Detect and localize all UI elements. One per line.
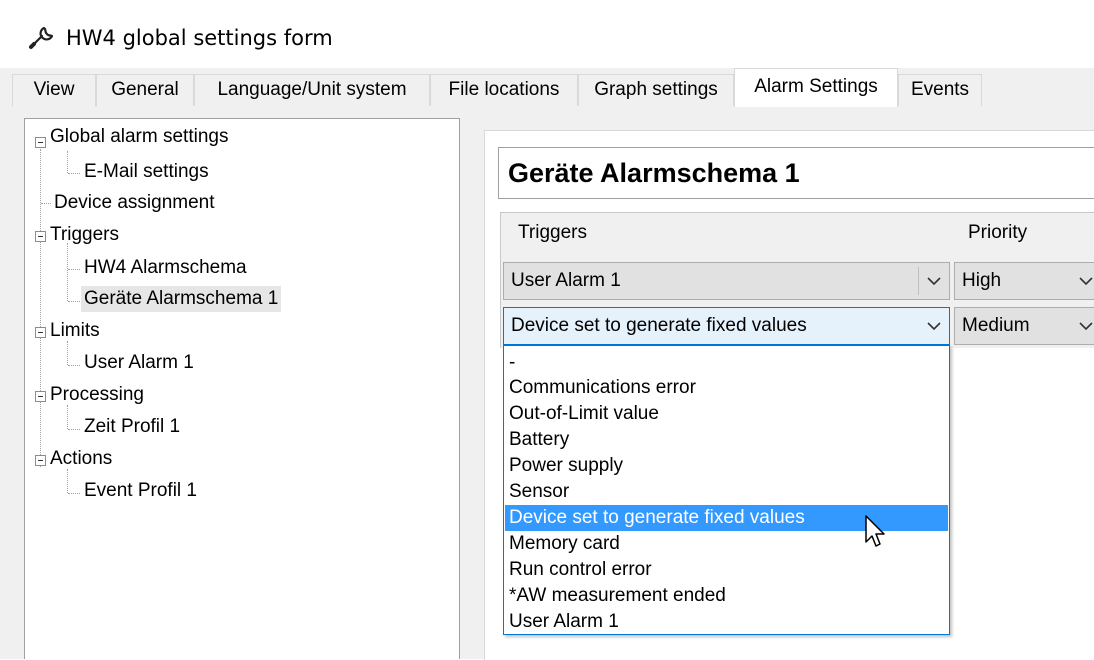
dropdown-option[interactable]: Run control error: [505, 557, 948, 583]
trigger-combo-row-2[interactable]: Device set to generate fixed values: [503, 307, 950, 345]
tree-node-email-settings[interactable]: E-Mail settings: [81, 159, 212, 185]
chevron-down-icon[interactable]: [923, 308, 945, 344]
window-title: HW4 global settings form: [66, 26, 333, 50]
schema-name: Geräte Alarmschema 1: [508, 158, 800, 188]
dropdown-option[interactable]: *AW measurement ended: [505, 583, 948, 609]
tree-node-triggers[interactable]: Triggers: [47, 222, 122, 248]
tree-node-device-assignment[interactable]: Device assignment: [51, 190, 218, 216]
collapse-icon[interactable]: [35, 327, 46, 338]
tab-file-locations[interactable]: File locations: [430, 74, 578, 106]
tab-strip: View General Language/Unit system File l…: [0, 68, 1094, 107]
tab-events[interactable]: Events: [898, 74, 982, 106]
collapse-icon[interactable]: [35, 391, 46, 402]
collapse-icon[interactable]: [35, 455, 46, 466]
tab-view[interactable]: View: [12, 74, 96, 106]
dropdown-option[interactable]: User Alarm 1: [505, 609, 948, 635]
priority-combo-row-1[interactable]: High: [954, 262, 1094, 300]
priority-value: Medium: [962, 315, 1030, 336]
tree-node-geraete-alarmschema-1[interactable]: Geräte Alarmschema 1: [81, 286, 282, 312]
column-header-priority[interactable]: Priority: [968, 213, 1088, 253]
title-bar: HW4 global settings form: [0, 0, 1094, 68]
trigger-combo-row-1[interactable]: User Alarm 1: [503, 262, 950, 300]
tree-node-hw4-alarmschema[interactable]: HW4 Alarmschema: [81, 255, 250, 281]
dropdown-option[interactable]: Communications error: [505, 375, 948, 401]
mouse-pointer-icon: [865, 515, 885, 547]
tab-alarm-settings[interactable]: Alarm Settings: [734, 68, 898, 107]
collapse-icon[interactable]: [35, 231, 46, 242]
tree-node-event-profil-1[interactable]: Event Profil 1: [81, 478, 200, 504]
tree-node-zeit-profil-1[interactable]: Zeit Profil 1: [81, 414, 183, 440]
dropdown-option[interactable]: -: [505, 350, 948, 376]
trigger-dropdown-list[interactable]: - Communications error Out-of-Limit valu…: [503, 345, 950, 635]
trigger-value: User Alarm 1: [511, 270, 621, 291]
tree-node-processing[interactable]: Processing: [47, 382, 147, 408]
tab-graph-settings[interactable]: Graph settings: [578, 74, 734, 106]
tree-node-actions[interactable]: Actions: [47, 446, 115, 472]
dropdown-option[interactable]: Out-of-Limit value: [505, 401, 948, 427]
tree-node-limits[interactable]: Limits: [47, 318, 103, 344]
column-header-triggers[interactable]: Triggers: [518, 213, 918, 253]
trigger-value: Device set to generate fixed values: [511, 315, 807, 336]
dropdown-option[interactable]: Battery: [505, 427, 948, 453]
tree-node-global-alarm-settings[interactable]: Global alarm settings: [47, 124, 231, 150]
dropdown-option[interactable]: Sensor: [505, 479, 948, 505]
tab-general[interactable]: General: [96, 74, 194, 106]
priority-combo-row-2[interactable]: Medium: [954, 307, 1094, 345]
collapse-icon[interactable]: [35, 137, 46, 148]
tree-node-user-alarm-1[interactable]: User Alarm 1: [81, 350, 197, 376]
chevron-down-icon[interactable]: [1075, 263, 1094, 299]
priority-value: High: [962, 270, 1002, 291]
settings-tree[interactable]: Global alarm settings E-Mail settings De…: [24, 118, 460, 659]
wrench-icon: [29, 26, 54, 49]
chevron-down-icon[interactable]: [1075, 308, 1094, 344]
tab-language-unit-system[interactable]: Language/Unit system: [194, 74, 430, 106]
chevron-down-icon[interactable]: [923, 263, 945, 299]
dropdown-option[interactable]: Power supply: [505, 453, 948, 479]
